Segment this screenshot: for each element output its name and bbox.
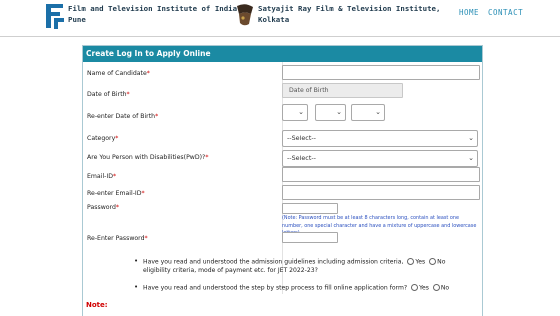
q2-no-radio[interactable] [432, 284, 440, 291]
chevron-down-icon: ⌄ [375, 108, 381, 116]
institute1-line1: Film and Television Institute of India, [68, 4, 242, 13]
password-input[interactable] [282, 203, 338, 214]
form-title: Create Log In to Apply Online [83, 46, 482, 62]
chevron-down-icon: ⌄ [298, 108, 304, 116]
chevron-down-icon: ⌄ [336, 108, 342, 116]
institute2-line1: Satyajit Ray Film & Television Institute… [258, 4, 441, 13]
question1-line2: eligibility criteria, mode of payment et… [143, 267, 318, 274]
q1-yes-radio[interactable] [407, 258, 415, 265]
candidate-name-input[interactable] [282, 65, 480, 80]
question1-line1: Have you read and understood the admissi… [143, 258, 446, 266]
password-label: Password* [87, 204, 119, 211]
reenter-dob-month-select[interactable]: ⌄ [315, 104, 346, 121]
question1: Have you read and understood the admissi… [143, 258, 445, 276]
institute1-line2: Pune [68, 15, 86, 24]
email-label: Email-ID* [87, 173, 117, 180]
ftii-logo-icon [46, 4, 64, 29]
bullet-icon: • [134, 257, 139, 265]
dob-input[interactable]: Date of Birth [282, 83, 403, 98]
q2-yes-radio[interactable] [411, 284, 419, 291]
dob-label: Date of Birth* [87, 91, 130, 98]
reenter-dob-day-select[interactable]: ⌄ [282, 104, 308, 121]
question2: Have you read and understood the step by… [143, 284, 450, 292]
chevron-down-icon: ⌄ [468, 134, 474, 142]
category-select[interactable]: --Select-- ⌄ [282, 130, 478, 147]
email-input[interactable] [282, 167, 480, 182]
nav-contact-link[interactable]: CONTACT [488, 8, 523, 17]
pwd-label: Are You Person with Disabilities(PwD)?* [87, 154, 209, 161]
reenter-password-input[interactable] [282, 232, 338, 243]
reenter-email-label: Re-enter Email-ID* [87, 190, 145, 197]
name-label: Name of Candidate* [87, 70, 150, 77]
bullet-icon: • [134, 283, 139, 291]
chevron-down-icon: ⌄ [468, 154, 474, 162]
reenter-email-input[interactable] [282, 185, 480, 200]
login-form-panel: Create Log In to Apply Online Name of Ca… [82, 45, 483, 316]
nav-home-link[interactable]: HOME [459, 8, 479, 17]
category-label: Category* [87, 135, 119, 142]
note-heading: Note: [86, 301, 108, 309]
pwd-select[interactable]: --Select-- ⌄ [282, 150, 478, 167]
reenter-password-label: Re-Enter Password* [87, 235, 148, 242]
reenter-dob-year-select[interactable]: ⌄ [351, 104, 385, 121]
reenter-dob-label: Re-enter Date of Birth* [87, 113, 159, 120]
q1-no-radio[interactable] [429, 258, 437, 265]
srfti-logo-icon [237, 4, 253, 26]
institute2-line2: Kolkata [258, 15, 290, 24]
institute1-name: Film and Television Institute of India, … [68, 3, 242, 25]
institute2-name: Satyajit Ray Film & Television Institute… [258, 3, 440, 25]
site-header: Film and Television Institute of India, … [0, 0, 560, 37]
